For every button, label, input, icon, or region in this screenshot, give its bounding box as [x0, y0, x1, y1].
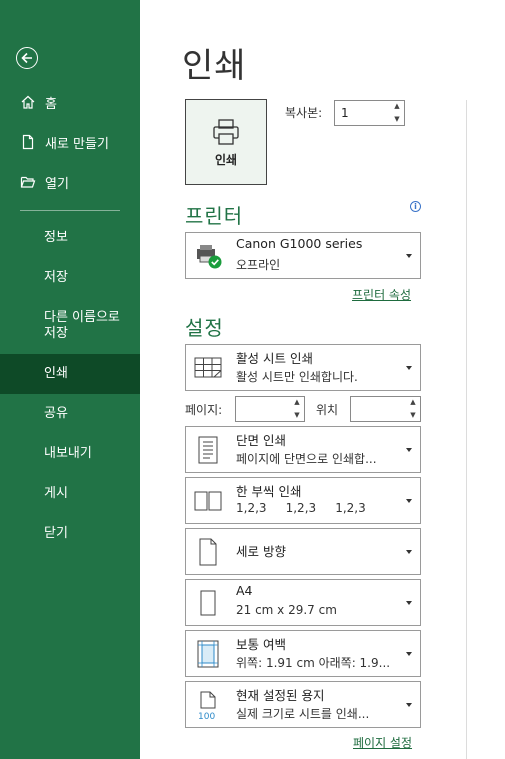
chevron-down-icon — [406, 702, 412, 707]
collate-dropdown[interactable]: 한 부씩 인쇄 1,2,3 1,2,3 1,2,3 — [185, 477, 421, 524]
printer-status: 오프라인 — [236, 258, 281, 272]
backstage-sidebar: 홈 새로 만들기 열기 정보 저장 다른 이름으로 저장 인쇄 공유 내보내기 … — [0, 0, 140, 759]
print-panel: 인쇄 인쇄 복사본: 1 ▲ ▼ 프린터 i Canon G1000 series… — [140, 0, 505, 759]
nav-publish[interactable]: 게시 — [0, 486, 140, 502]
print-button[interactable]: 인쇄 — [185, 99, 267, 185]
nav-share[interactable]: 공유 — [0, 406, 140, 422]
chevron-down-icon — [406, 600, 412, 605]
spin-down-icon[interactable]: ▼ — [294, 411, 299, 420]
nav-home[interactable]: 홈 — [0, 82, 140, 122]
open-folder-icon — [19, 173, 37, 191]
scaling-100-icon: 100 — [192, 682, 224, 727]
single-sided-icon — [192, 427, 224, 472]
pages-to-stepper[interactable]: ▲ ▼ — [350, 396, 421, 422]
chevron-down-icon — [406, 365, 412, 370]
info-icon[interactable]: i — [410, 201, 421, 212]
pages-to-label: 위치 — [316, 403, 339, 417]
spin-down-icon[interactable]: ▼ — [394, 115, 399, 124]
chevron-down-icon — [406, 549, 412, 554]
printer-section-title: 프린터 — [185, 204, 244, 228]
spin-down-icon[interactable]: ▼ — [410, 411, 415, 420]
svg-text:100: 100 — [198, 712, 215, 721]
spin-up-icon[interactable]: ▲ — [294, 398, 299, 407]
chevron-down-icon — [406, 651, 412, 656]
scaling-dropdown[interactable]: 100 현재 설정된 용지 실제 크기로 시트를 인쇄... — [185, 681, 421, 728]
printer-properties-link[interactable]: 프린터 속성 — [352, 286, 411, 303]
sides-dropdown[interactable]: 단면 인쇄 페이지에 단면으로 인쇄합... — [185, 426, 421, 473]
orientation-dropdown[interactable]: 세로 방향 — [185, 528, 421, 575]
margins-dropdown[interactable]: 보통 여백 위쪽: 1.91 cm 아래쪽: 1.9... — [185, 630, 421, 677]
copies-label: 복사본: — [285, 106, 323, 120]
chevron-down-icon — [406, 253, 412, 258]
settings-section-title: 설정 — [185, 316, 224, 340]
print-what-dropdown[interactable]: 활성 시트 인쇄 활성 시트만 인쇄합니다. — [185, 344, 421, 391]
nav-close[interactable]: 닫기 — [0, 526, 140, 542]
new-document-icon — [19, 133, 37, 151]
collate-icon — [192, 478, 224, 523]
sheet-grid-icon — [192, 345, 224, 390]
chevron-down-icon — [406, 447, 412, 452]
printer-name: Canon G1000 series — [236, 236, 363, 251]
nav-info[interactable]: 정보 — [0, 230, 140, 246]
paper-size-dropdown[interactable]: A4 21 cm x 29.7 cm — [185, 579, 421, 626]
chevron-down-icon — [406, 498, 412, 503]
page-setup-link[interactable]: 페이지 설정 — [353, 734, 412, 751]
printer-ready-icon — [192, 233, 224, 278]
pages-label: 페이지: — [185, 403, 223, 417]
nav-divider — [20, 210, 120, 211]
arrow-left-circle-icon — [21, 52, 32, 64]
nav-print[interactable]: 인쇄 — [0, 354, 140, 394]
spin-up-icon[interactable]: ▲ — [394, 102, 399, 111]
nav-save-as[interactable]: 다른 이름으로 저장 — [0, 310, 140, 342]
margins-icon — [192, 631, 224, 676]
printer-icon — [213, 118, 239, 145]
preview-divider — [466, 100, 467, 759]
nav-new[interactable]: 새로 만들기 — [0, 122, 140, 162]
spin-up-icon[interactable]: ▲ — [410, 398, 415, 407]
pages-from-stepper[interactable]: ▲ ▼ — [235, 396, 305, 422]
printer-dropdown[interactable]: Canon G1000 series 오프라인 — [185, 232, 421, 279]
portrait-icon — [192, 529, 224, 574]
nav-open[interactable]: 열기 — [0, 162, 140, 202]
home-icon — [19, 93, 37, 111]
nav-export[interactable]: 내보내기 — [0, 446, 140, 462]
copies-stepper[interactable]: 1 ▲ ▼ — [334, 100, 405, 126]
page-title: 인쇄 — [182, 46, 247, 86]
paper-size-icon — [192, 580, 224, 625]
back-button[interactable] — [16, 47, 38, 69]
nav-save[interactable]: 저장 — [0, 270, 140, 286]
